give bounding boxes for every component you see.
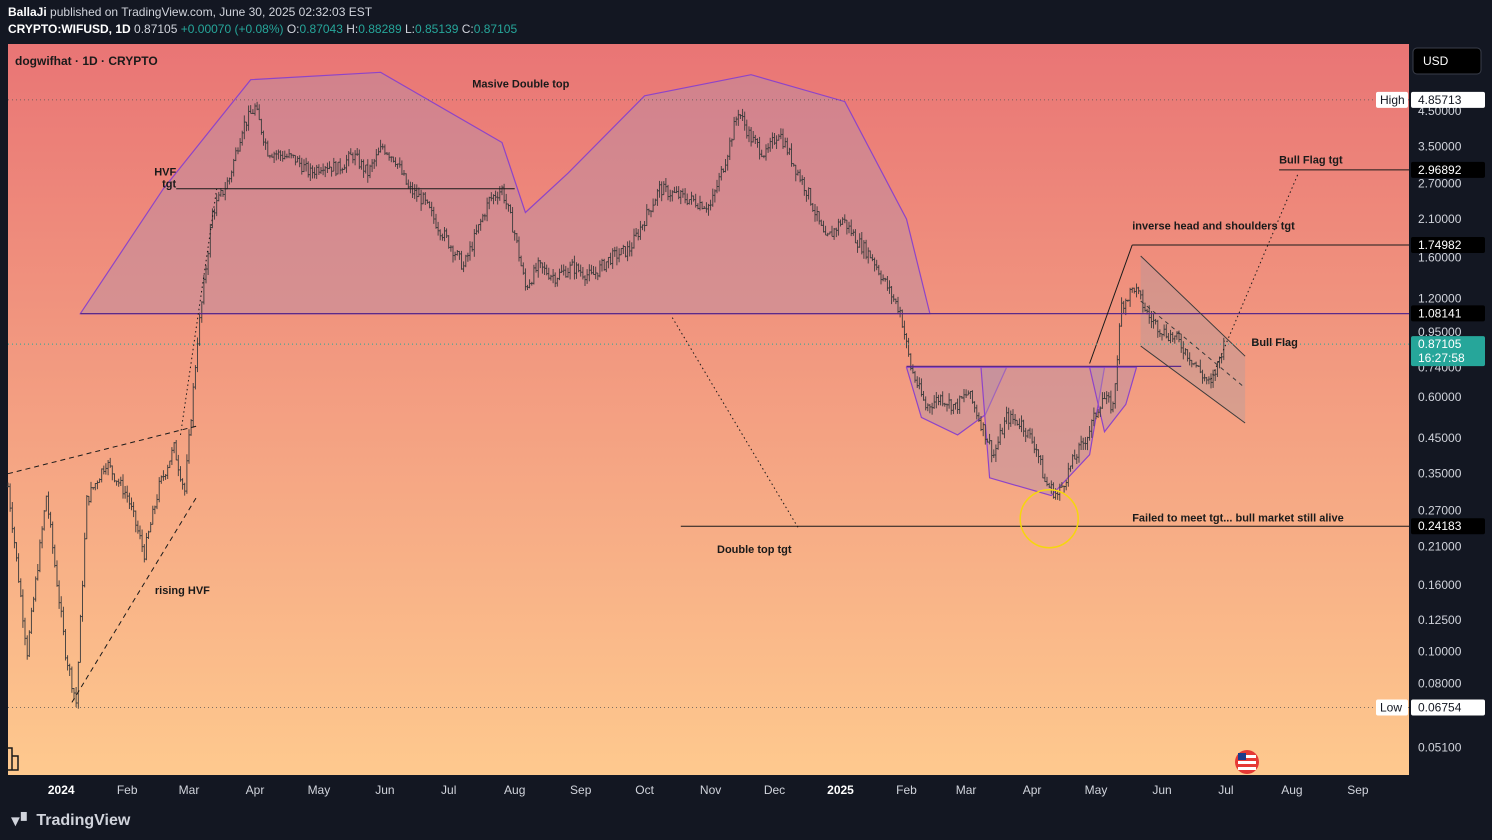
price-level-value: 0.06754 — [1418, 701, 1462, 715]
price-extreme-label: Low — [1380, 701, 1402, 715]
price-tick-label: 0.27000 — [1418, 504, 1462, 518]
time-tick-label: Apr — [1023, 783, 1042, 797]
price-tick-label: 3.50000 — [1418, 140, 1462, 154]
time-tick-label: Nov — [700, 783, 721, 797]
time-tick-label: Dec — [764, 783, 785, 797]
price-tick-label: 0.12500 — [1418, 613, 1462, 627]
time-tick-label: Mar — [956, 783, 977, 797]
annotation-label: Bull Flag tgt — [1279, 155, 1343, 167]
price-tick-label: 0.05100 — [1418, 740, 1462, 754]
annotation-label: Masive Double top — [472, 79, 569, 91]
bar-countdown: 16:27:58 — [1418, 351, 1465, 365]
price-tick-label: 0.35000 — [1418, 467, 1462, 481]
time-tick-label: Sep — [1347, 783, 1369, 797]
annotation-label: HVF — [154, 167, 176, 179]
time-tick-label: Mar — [179, 783, 200, 797]
currency-label: USD — [1423, 54, 1449, 68]
price-level-value: 1.08141 — [1418, 306, 1462, 320]
low-label: L: — [404, 22, 415, 36]
time-tick-label: 2025 — [827, 783, 854, 797]
price-tick-label: 0.08000 — [1418, 676, 1462, 690]
price-tick-label: 2.70000 — [1418, 176, 1462, 190]
tradingview-logo-text: TradingView — [36, 812, 131, 829]
time-tick-label: Aug — [504, 783, 525, 797]
price-change: +0.00070 (+0.08%) — [180, 22, 284, 36]
high-value: 0.88289 — [358, 22, 402, 36]
price-level-value: 4.85713 — [1418, 93, 1462, 107]
time-tick-label: Jul — [1218, 783, 1233, 797]
close-value: 0.87105 — [473, 22, 518, 36]
author-name[interactable]: BallaJi — [8, 5, 47, 19]
time-tick-label: Jun — [375, 783, 394, 797]
annotation-label: Bull Flag — [1251, 337, 1297, 349]
annotation-label: Failed to meet tgt... bull market still … — [1132, 513, 1344, 525]
time-tick-label: May — [308, 783, 331, 797]
price-level-value: 2.96892 — [1418, 163, 1462, 177]
last-price-value: 0.87105 — [1418, 337, 1462, 351]
time-tick-label: 2024 — [48, 783, 75, 797]
low-value: 0.85139 — [415, 22, 459, 36]
annotation-label: tgt — [162, 179, 176, 191]
price-tick-label: 0.45000 — [1418, 431, 1462, 445]
high-label: H: — [346, 22, 359, 36]
time-tick-label: Feb — [117, 783, 138, 797]
price-tick-label: 2.10000 — [1418, 212, 1462, 226]
price-tick-label: 0.10000 — [1418, 645, 1462, 659]
price-level-value: 0.24183 — [1418, 519, 1462, 533]
close-label: C: — [461, 22, 474, 36]
time-tick-label: Sep — [570, 783, 592, 797]
ohlc-line: CRYPTO:WIFUSD, 1D 0.87105 +0.00070 (+0.0… — [8, 22, 517, 36]
footer-bar: ▼▘ TradingView — [0, 803, 1492, 840]
published-text: published on TradingView.com, June 30, 2… — [50, 5, 373, 19]
symbol-label[interactable]: CRYPTO:WIFUSD, 1D — [8, 22, 131, 36]
annotation-label: Double top tgt — [717, 544, 792, 556]
time-axis-ticks: 2024 Feb Mar Apr May Jun Jul Aug Sep Oct Nov Dec 202… — [48, 783, 1369, 797]
time-tick-label: May — [1085, 783, 1108, 797]
last-price-header: 0.87105 — [134, 22, 178, 36]
price-chart[interactable]: Masive Double top HVFtgt rising HVF Double … — [0, 44, 1492, 803]
price-tick-label: 0.16000 — [1418, 578, 1462, 592]
pane-title: dogwifhat · 1D · CRYPTO — [15, 54, 158, 68]
chart-header: BallaJi published on TradingView.com, Ju… — [0, 0, 1492, 44]
price-tick-label: 1.20000 — [1418, 292, 1462, 306]
price-level-value: 1.74982 — [1418, 238, 1462, 252]
price-tick-label: 0.60000 — [1418, 390, 1462, 404]
currency-button[interactable]: USD — [1412, 47, 1482, 75]
price-extreme-label: High — [1380, 93, 1405, 107]
us-flag-icon[interactable] — [1235, 750, 1259, 774]
tradingview-logo-icon: ▼▘ — [8, 813, 32, 830]
open-value: 0.87043 — [299, 22, 343, 36]
annotation-label: rising HVF — [155, 585, 210, 597]
open-label: O: — [286, 22, 300, 36]
annotation-label: inverse head and shoulders tgt — [1132, 221, 1295, 233]
tradingview-logo[interactable]: ▼▘ TradingView — [8, 812, 130, 830]
publish-info: BallaJi published on TradingView.com, Ju… — [8, 5, 372, 19]
time-tick-label: Oct — [635, 783, 654, 797]
time-tick-label: Aug — [1281, 783, 1302, 797]
time-tick-label: Jul — [441, 783, 456, 797]
time-tick-label: Feb — [896, 783, 917, 797]
time-tick-label: Apr — [246, 783, 265, 797]
price-tick-label: 0.21000 — [1418, 539, 1462, 553]
time-tick-label: Jun — [1152, 783, 1171, 797]
